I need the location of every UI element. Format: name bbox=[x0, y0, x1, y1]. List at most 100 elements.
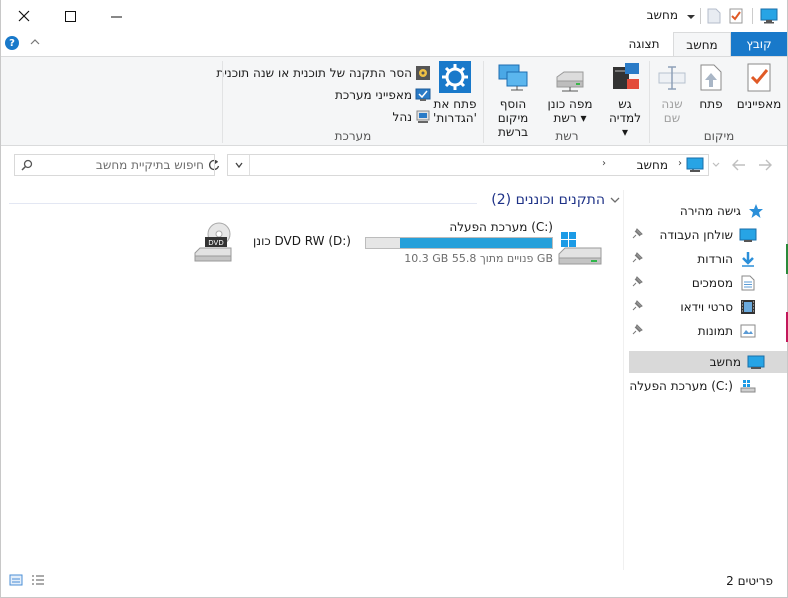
nav-c-drive[interactable]: מערכת הפעלה (C:) bbox=[629, 375, 787, 397]
collapse-ribbon-button[interactable] bbox=[29, 36, 41, 50]
tab-view[interactable]: תצוגה bbox=[615, 32, 673, 56]
system-properties-label: מאפייני מערכת bbox=[334, 88, 412, 102]
nav-documents[interactable]: מסמכים bbox=[629, 272, 787, 294]
dvd-drive-icon: DVD bbox=[191, 220, 235, 264]
pane-divider[interactable] bbox=[623, 190, 624, 570]
add-location-label-1: הוסף מיקום bbox=[497, 97, 529, 125]
recent-locations-button[interactable] bbox=[711, 158, 721, 173]
manage-button[interactable]: נהל bbox=[393, 107, 431, 127]
drive-c-usage-fill bbox=[400, 238, 552, 248]
tab-computer[interactable]: מחשב bbox=[673, 32, 731, 56]
chevron-down-icon bbox=[234, 162, 243, 169]
minimize-button[interactable] bbox=[93, 0, 139, 32]
map-network-drive-button[interactable]: מפה כונן רשת ▾ bbox=[541, 61, 599, 125]
open-icon bbox=[700, 64, 722, 91]
nav-label: מסמכים bbox=[691, 276, 733, 290]
map-drive-label-2-row: רשת ▾ bbox=[553, 111, 587, 125]
map-drive-label-2: רשת bbox=[553, 111, 577, 125]
add-network-location-button[interactable]: הוסף מיקום ברשת bbox=[485, 61, 541, 139]
search-icon bbox=[21, 159, 33, 174]
network-drive-icon bbox=[556, 71, 584, 92]
maximize-button[interactable] bbox=[47, 0, 93, 32]
qat-new-folder-button[interactable] bbox=[707, 6, 721, 26]
uninstall-label: הסר התקנה של תוכנית או שנה תוכנית bbox=[216, 66, 412, 80]
chevron-down-icon bbox=[687, 15, 695, 19]
uninstall-icon bbox=[416, 66, 430, 80]
properties-check-icon bbox=[729, 8, 743, 24]
rename-icon bbox=[658, 66, 686, 90]
manage-label: נהל bbox=[392, 110, 412, 124]
access-media-button[interactable]: גש למדיה ▾ bbox=[605, 61, 645, 139]
nav-label: גישה מהירה bbox=[679, 204, 741, 218]
arrow-forward-icon bbox=[732, 159, 745, 171]
new-document-icon bbox=[707, 8, 721, 24]
window-title: מחשב bbox=[646, 8, 678, 22]
pin-icon[interactable] bbox=[631, 276, 643, 290]
nav-quick-access[interactable]: גישה מהירה bbox=[629, 200, 787, 222]
star-icon bbox=[747, 202, 765, 220]
pin-icon[interactable] bbox=[631, 300, 643, 314]
open-settings-label-1: פתח את bbox=[433, 97, 477, 111]
details-view-button[interactable] bbox=[31, 574, 45, 589]
nav-label: הורדות bbox=[697, 252, 733, 266]
content-area: התקנים וכוננים (2) מערכת הפעלה (C:) 10.3 bbox=[9, 190, 621, 570]
breadcrumb[interactable]: מחשב bbox=[637, 158, 668, 172]
pin-icon[interactable] bbox=[631, 228, 643, 242]
open-label: פתח bbox=[699, 97, 723, 111]
film-icon bbox=[739, 298, 757, 316]
search-input[interactable]: חיפוש בתיקיית מחשב bbox=[14, 154, 215, 176]
drive-tile-d[interactable]: DVD כונן DVD RW (D:) bbox=[191, 218, 351, 268]
nav-computer[interactable]: מחשב bbox=[629, 351, 787, 373]
group-header[interactable]: התקנים וכוננים (2) bbox=[491, 192, 621, 208]
chevron-down-icon bbox=[712, 162, 720, 167]
maximize-icon bbox=[64, 10, 76, 22]
media-server-icon bbox=[613, 63, 639, 89]
qat-dropdown-button[interactable] bbox=[686, 6, 696, 26]
uninstall-program-button[interactable]: הסר התקנה של תוכנית או שנה תוכנית bbox=[216, 63, 431, 83]
breadcrumb-chevron[interactable]: › bbox=[602, 158, 606, 169]
status-bar: 2 פריטים bbox=[1, 570, 787, 592]
back-button[interactable] bbox=[757, 157, 773, 176]
forward-button[interactable] bbox=[731, 157, 747, 176]
nav-pictures[interactable]: תמונות bbox=[629, 320, 787, 342]
drive-icon bbox=[739, 377, 757, 395]
address-bar[interactable]: › מחשב › bbox=[209, 154, 709, 176]
qat-properties-button[interactable] bbox=[729, 6, 743, 26]
open-button[interactable]: פתח bbox=[697, 61, 725, 111]
open-settings-label-2: 'הגדרות' bbox=[433, 111, 477, 125]
nav-videos[interactable]: סרטי וידאו bbox=[629, 296, 787, 318]
drive-c-free-text: 10.3 GB פנויים מתוך 55.8 GB bbox=[404, 252, 553, 265]
drive-tile-c[interactable]: מערכת הפעלה (C:) 10.3 GB פנויים מתוך 55.… bbox=[361, 218, 605, 268]
tab-file[interactable]: קובץ bbox=[731, 32, 787, 56]
breadcrumb-separator[interactable]: › bbox=[678, 158, 682, 169]
address-history-button[interactable] bbox=[228, 155, 250, 175]
close-icon bbox=[18, 10, 30, 22]
nav-downloads[interactable]: הורדות bbox=[629, 248, 787, 270]
close-button[interactable] bbox=[1, 0, 47, 32]
ribbon-tab-row: ? קובץ מחשב תצוגה bbox=[1, 32, 787, 56]
qat-separator bbox=[700, 6, 701, 26]
chevron-down-icon bbox=[610, 197, 620, 203]
title-bar: מחשב bbox=[1, 0, 787, 32]
rename-button[interactable]: שנה שם bbox=[657, 61, 687, 125]
address-computer-icon bbox=[686, 157, 704, 176]
network-group: גש למדיה ▾ מפה כונן רשת ▾ הוסף מיקום ברש… bbox=[485, 57, 649, 146]
documents-icon bbox=[739, 274, 757, 292]
system-properties-button[interactable]: מאפייני מערכת bbox=[335, 85, 431, 105]
group-divider bbox=[649, 61, 650, 143]
help-icon[interactable]: ? bbox=[5, 36, 19, 50]
group-divider-line bbox=[9, 203, 477, 204]
pin-icon[interactable] bbox=[631, 252, 643, 266]
desktop-icon bbox=[739, 226, 757, 244]
open-settings-button[interactable]: פתח את 'הגדרות' bbox=[429, 61, 481, 125]
network-group-label: רשת bbox=[555, 129, 579, 143]
chevron-up-icon bbox=[30, 39, 40, 45]
large-icons-view-button[interactable] bbox=[9, 574, 23, 589]
nav-desktop[interactable]: שולחן העבודה bbox=[629, 224, 787, 246]
pin-icon[interactable] bbox=[631, 324, 643, 338]
properties-button[interactable]: מאפיינים bbox=[737, 61, 781, 111]
svg-text:DVD: DVD bbox=[208, 239, 223, 247]
nav-label: תמונות bbox=[697, 324, 733, 338]
nav-label: מחשב bbox=[709, 355, 741, 369]
nav-label: מערכת הפעלה (C:) bbox=[629, 379, 733, 393]
